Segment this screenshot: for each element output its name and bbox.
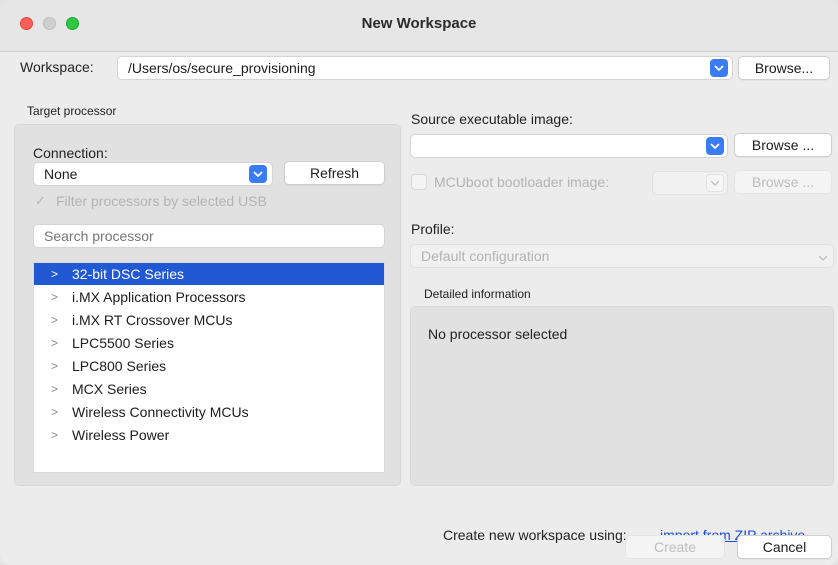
window-title: New Workspace — [361, 15, 477, 32]
workspace-path-combo[interactable]: /Users/os/secure_provisioning — [117, 56, 733, 80]
chevron-right-icon[interactable]: > — [51, 378, 61, 400]
create-button[interactable]: Create — [625, 535, 725, 559]
chevron-down-icon — [710, 180, 720, 186]
source-image-dropdown-button[interactable] — [706, 137, 724, 155]
create-using-label: Create new workspace using: — [443, 527, 627, 543]
source-image-combo[interactable] — [410, 134, 728, 158]
detailed-information-heading: Detailed information — [424, 287, 531, 301]
tree-item-label: i.MX RT Crossover MCUs — [72, 312, 233, 328]
chevron-right-icon[interactable]: > — [51, 424, 61, 446]
tree-item-label: Wireless Connectivity MCUs — [72, 404, 249, 420]
mcuboot-label: MCUboot bootloader image: — [434, 174, 610, 190]
chevron-down-icon — [714, 65, 724, 71]
tree-item-imx-application-processors[interactable]: > i.MX Application Processors — [34, 286, 384, 308]
source-image-label: Source executable image: — [411, 111, 573, 127]
detailed-information-text: No processor selected — [428, 326, 568, 342]
tree-item-label: MCX Series — [72, 381, 147, 397]
tree-item-lpc5500-series[interactable]: > LPC5500 Series — [34, 332, 384, 354]
tree-item-label: LPC800 Series — [72, 358, 167, 374]
tree-item-lpc800-series[interactable]: > LPC800 Series — [34, 355, 384, 377]
target-processor-heading: Target processor — [27, 104, 117, 118]
title-bar: New Workspace — [0, 0, 838, 52]
connection-select[interactable]: None — [33, 162, 273, 186]
chevron-down-icon — [710, 143, 720, 149]
profile-select[interactable]: Default configuration — [410, 244, 834, 268]
tree-item-label: LPC5500 Series — [72, 335, 174, 351]
workspace-browse-button[interactable]: Browse... — [738, 56, 830, 80]
cancel-button[interactable]: Cancel — [737, 535, 832, 559]
mcuboot-checkbox[interactable] — [411, 174, 427, 190]
tree-item-label: i.MX Application Processors — [72, 289, 246, 305]
tree-item-imx-rt-crossover-mcus[interactable]: > i.MX RT Crossover MCUs — [34, 309, 384, 331]
mcuboot-browse-button[interactable]: Browse ... — [734, 170, 832, 194]
search-processor-input[interactable] — [33, 224, 385, 248]
chevron-right-icon[interactable]: > — [51, 286, 61, 308]
mcuboot-dropdown-button[interactable] — [706, 174, 724, 192]
connection-dropdown-button[interactable] — [249, 165, 267, 183]
connection-label: Connection: — [33, 145, 108, 161]
chevron-right-icon[interactable]: > — [51, 332, 61, 354]
source-image-browse-button[interactable]: Browse ... — [734, 133, 832, 157]
workspace-dropdown-button[interactable] — [710, 59, 728, 77]
filter-checkmark-icon[interactable]: ✓ — [35, 193, 46, 209]
tree-item-wireless-power[interactable]: > Wireless Power — [34, 424, 384, 446]
new-workspace-window: New Workspace Workspace: /Users/os/secur… — [0, 0, 838, 565]
profile-value: Default configuration — [421, 248, 550, 264]
profile-chevron-down-icon — [818, 249, 828, 265]
filter-processors-label: Filter processors by selected USB — [56, 193, 267, 209]
profile-label: Profile: — [411, 221, 455, 237]
tree-item-mcx-series[interactable]: > MCX Series — [34, 378, 384, 400]
workspace-path-value: /Users/os/secure_provisioning — [128, 60, 316, 76]
refresh-button[interactable]: Refresh — [284, 161, 385, 185]
tree-item-label: 32-bit DSC Series — [72, 266, 185, 282]
processor-tree[interactable]: > 32-bit DSC Series > i.MX Application P… — [33, 262, 385, 473]
tree-item-32-bit-dsc-series[interactable]: > 32-bit DSC Series — [34, 263, 384, 285]
chevron-right-icon[interactable]: > — [51, 355, 61, 377]
chevron-right-icon[interactable]: > — [51, 401, 61, 423]
chevron-down-icon — [253, 171, 263, 177]
chevron-right-icon[interactable]: > — [51, 263, 61, 285]
chevron-right-icon[interactable]: > — [51, 309, 61, 331]
workspace-label: Workspace: — [20, 59, 94, 75]
connection-value: None — [44, 166, 78, 182]
tree-item-wireless-connectivity-mcus[interactable]: > Wireless Connectivity MCUs — [34, 401, 384, 423]
tree-item-label: Wireless Power — [72, 427, 170, 443]
